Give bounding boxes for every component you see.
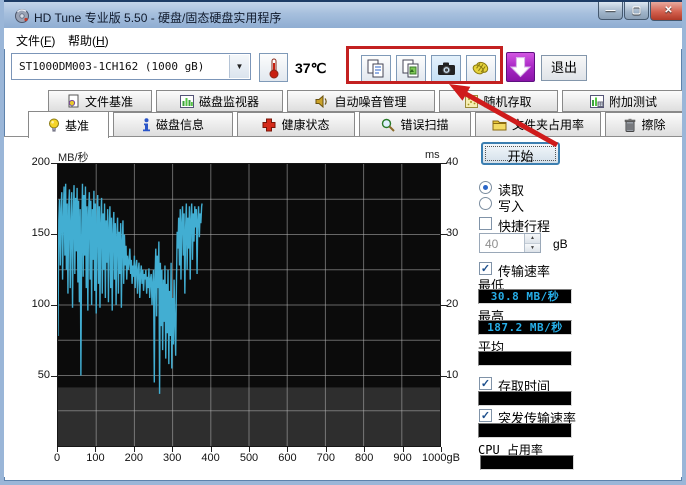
benchmark-chart — [57, 163, 441, 447]
red-cross-icon — [262, 118, 276, 132]
tab-random-access[interactable]: 随机存取 — [439, 90, 558, 112]
disk-monitor-icon — [180, 95, 194, 108]
avg-value-box — [478, 351, 572, 366]
stepper-down-icon[interactable]: ▼ — [525, 243, 540, 252]
tab-extra-tests[interactable]: 附加测试 — [562, 90, 685, 112]
access-time-checkbox[interactable]: ✓ — [479, 377, 492, 390]
cpu-usage-value-box — [480, 455, 574, 470]
trash-icon — [624, 118, 636, 132]
access-time-value-box — [478, 391, 572, 406]
tab-health[interactable]: 健康状态 — [237, 112, 355, 137]
tab-error-scan[interactable]: 错误扫描 — [359, 112, 471, 137]
maximize-button[interactable]: ▢ — [624, 2, 649, 20]
info-icon — [142, 118, 151, 132]
file-benchmark-icon — [67, 94, 80, 108]
menu-file[interactable]: 文件(F) — [10, 30, 61, 51]
start-button-label: 开始 — [483, 146, 558, 165]
y-axis-left-ticks: 20015010050 — [18, 163, 52, 447]
temperature-value: 37℃ — [295, 60, 326, 77]
menu-help[interactable]: 帮助(H) — [62, 30, 115, 51]
thermometer-icon — [264, 57, 284, 79]
close-button[interactable]: ✕ — [650, 2, 686, 21]
short-stroke-unit: gB — [553, 237, 568, 251]
tab-benchmark[interactable]: 基准 — [28, 111, 109, 138]
exit-button[interactable]: 退出 — [541, 55, 587, 81]
app-window: HD Tune 专业版 5.50 - 硬盘/固态硬盘实用程序 — ▢ ✕ 文件(… — [0, 0, 686, 485]
title-bar: HD Tune 专业版 5.50 - 硬盘/固态硬盘实用程序 — ▢ ✕ — [4, 0, 682, 28]
short-stroke-checkbox[interactable] — [479, 217, 492, 230]
transfer-rate-label: 传输速率 — [498, 261, 550, 280]
lightbulb-icon — [48, 118, 60, 133]
y-axis-right-label: ms — [425, 149, 440, 161]
magnifier-icon — [381, 118, 395, 132]
tab-disk-monitor[interactable]: 磁盘监视器 — [156, 90, 283, 112]
short-stroke-stepper[interactable]: 40 ▲ ▼ — [479, 233, 541, 253]
x-axis-ticks: 01002003004005006007008009001000gB — [57, 452, 441, 466]
y-axis-right-ticks: 40302010 — [446, 163, 476, 447]
start-button[interactable]: 开始 — [481, 142, 560, 165]
window-title: HD Tune 专业版 5.50 - 硬盘/固态硬盘实用程序 — [34, 9, 281, 26]
speaker-icon — [315, 95, 329, 108]
minimize-button[interactable]: — — [598, 2, 623, 20]
burst-rate-checkbox[interactable]: ✓ — [479, 409, 492, 422]
export-button[interactable] — [506, 52, 535, 82]
app-logo-icon — [14, 8, 30, 24]
transfer-rate-checkbox[interactable]: ✓ — [479, 262, 492, 275]
drive-select-dropdown[interactable]: ST1000DM003-1CH162 (1000 gB) ▼ — [11, 53, 251, 80]
max-value-box: 187.2 MB/秒 — [478, 320, 572, 335]
extra-tests-icon — [590, 95, 604, 108]
folder-icon — [492, 118, 507, 131]
write-radio[interactable] — [479, 197, 492, 210]
stepper-up-icon[interactable]: ▲ — [525, 234, 540, 243]
drive-select-value: ST1000DM003-1CH162 (1000 gB) — [19, 60, 204, 73]
tab-file-benchmark[interactable]: 文件基准 — [48, 90, 152, 112]
min-value-box: 30.8 MB/秒 — [478, 289, 572, 304]
tab-aam[interactable]: 自动噪音管理 — [287, 90, 435, 112]
chevron-down-icon[interactable]: ▼ — [229, 55, 249, 78]
tab-disk-info[interactable]: 磁盘信息 — [113, 112, 233, 137]
tab-folder-usage[interactable]: 文件夹占用率 — [475, 112, 601, 137]
read-radio[interactable] — [479, 181, 492, 194]
burst-rate-value-box — [478, 423, 572, 438]
down-arrow-icon — [507, 53, 534, 81]
short-stroke-value: 40 — [485, 237, 498, 251]
menu-bar: 文件(F) 帮助(H) — [4, 28, 682, 49]
tab-erase[interactable]: 擦除 — [605, 112, 685, 137]
random-dots-icon — [465, 95, 478, 108]
temperature-button[interactable] — [259, 53, 288, 82]
annotation-highlight-box — [346, 46, 503, 84]
